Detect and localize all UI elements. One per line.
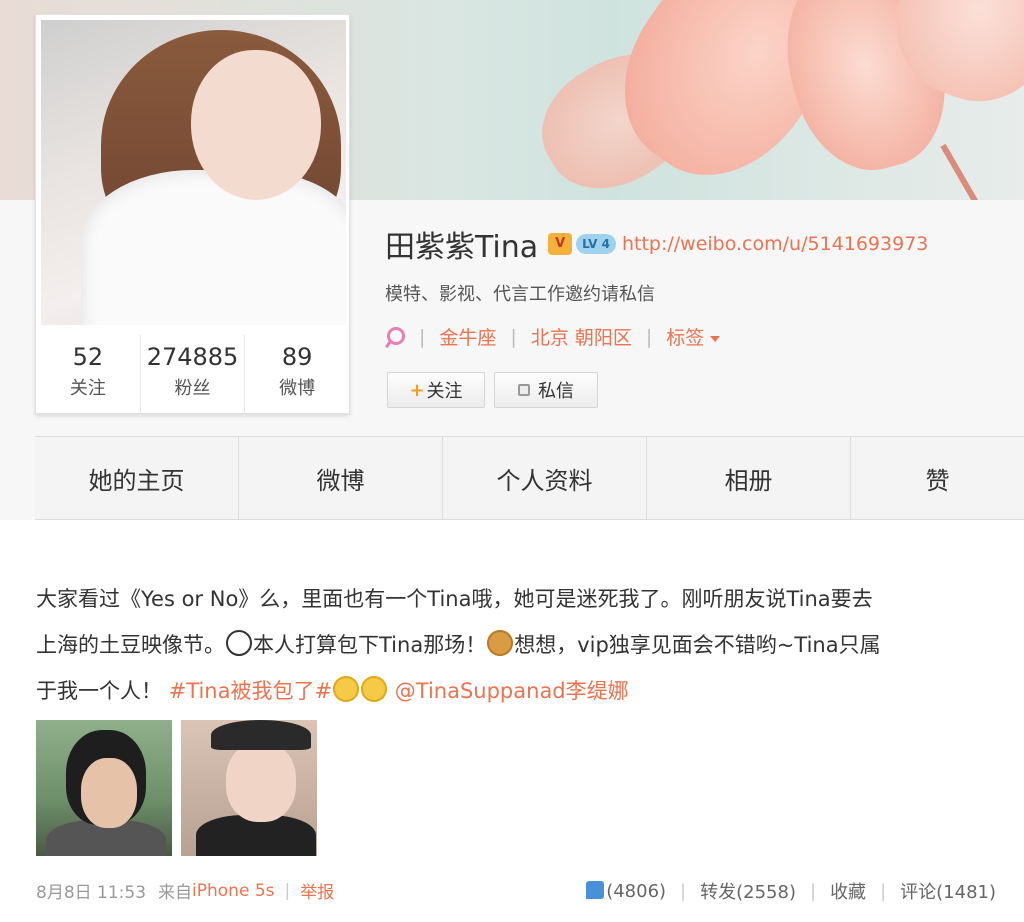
- divider: |: [880, 880, 887, 902]
- avatar-shirt: [81, 170, 346, 325]
- favorite-button[interactable]: 收藏: [830, 878, 866, 904]
- post-time[interactable]: 8月8日 11:53: [36, 878, 146, 903]
- stat-posts-label: 微博: [279, 378, 316, 399]
- level-badge[interactable]: LV 4: [576, 234, 616, 254]
- divider: |: [419, 325, 426, 348]
- report-link[interactable]: 举报: [300, 878, 334, 903]
- avatar[interactable]: [41, 20, 346, 325]
- tags-dropdown[interactable]: 标签: [666, 323, 721, 350]
- photo-face: [226, 742, 296, 822]
- profile-tab-bar: 她的主页 微博 个人资料 相册 赞: [35, 436, 1024, 520]
- post-text-segment: 上海的土豆映像节。: [36, 633, 225, 657]
- message-button[interactable]: 私信: [494, 372, 598, 408]
- photo-hat: [211, 720, 311, 750]
- divider: |: [680, 880, 687, 902]
- avatar-face: [191, 50, 321, 200]
- post-text-segment: 想想，vip独享见面会不错哟~Tina只属: [514, 633, 881, 657]
- post-source-link[interactable]: iPhone 5s: [192, 881, 274, 901]
- smile-emoji-icon: [333, 676, 360, 702]
- comment-button[interactable]: 评论(1481): [900, 878, 996, 904]
- plus-icon: +: [409, 379, 425, 401]
- location-link[interactable]: 北京 朝阳区: [531, 323, 632, 350]
- stat-followers-label: 粉丝: [174, 378, 211, 399]
- stat-posts-count: 89: [281, 343, 313, 371]
- stat-followers[interactable]: 274885 粉丝: [141, 335, 246, 415]
- message-icon: [518, 384, 530, 396]
- divider: |: [284, 880, 291, 901]
- stat-following-label: 关注: [69, 378, 106, 399]
- post-image-thumbnail[interactable]: [36, 720, 172, 856]
- stat-posts[interactable]: 89 微博: [245, 335, 349, 415]
- stat-following[interactable]: 52 关注: [36, 335, 141, 415]
- post-text-line: 大家看过《Yes or No》么，里面也有一个Tina哦，她可是迷死我了。刚听朋…: [36, 587, 873, 611]
- hashtag-link[interactable]: #Tina被我包了#: [169, 679, 332, 703]
- follow-button-label: 关注: [426, 381, 463, 402]
- post-image-thumbnail[interactable]: [181, 720, 317, 856]
- tab-home[interactable]: 她的主页: [35, 437, 239, 519]
- scream-emoji-icon: [226, 630, 252, 656]
- divider: |: [809, 880, 817, 902]
- tab-profile-info[interactable]: 个人资料: [443, 437, 647, 519]
- profile-bio: 模特、影视、代言工作邀约请私信: [385, 284, 655, 305]
- divider: |: [510, 325, 517, 348]
- monkey-emoji-icon: [487, 630, 514, 656]
- post-actions: (4806) | 转发(2558) | 收藏 | 评论(1481): [586, 878, 996, 904]
- flower-stem: [940, 143, 986, 200]
- message-button-label: 私信: [538, 381, 574, 402]
- post-images: [36, 720, 317, 856]
- tab-weibo[interactable]: 微博: [239, 437, 443, 519]
- profile-meta: | 金牛座 | 北京 朝阳区 | 标签: [385, 323, 721, 350]
- profile-url-link[interactable]: http://weibo.com/u/5141693973: [622, 233, 928, 255]
- profile-name: 田紫紫Tina: [385, 230, 539, 265]
- weibo-post: 大家看过《Yes or No》么，里面也有一个Tina哦，她可是迷死我了。刚听朋…: [0, 520, 1024, 922]
- post-footer: 8月8日 11:53 来自 iPhone 5s | 举报 (4806) | 转发…: [36, 878, 996, 903]
- mention-link[interactable]: @TinaSuppanad李缇娜: [395, 679, 629, 703]
- chevron-down-icon: [710, 335, 721, 342]
- avatar-card: 52 关注 274885 粉丝 89 微博: [35, 14, 350, 415]
- stat-following-count: 52: [72, 343, 104, 371]
- post-text: 大家看过《Yes or No》么，里面也有一个Tina哦，她可是迷死我了。刚听朋…: [36, 576, 1001, 714]
- profile-stats: 52 关注 274885 粉丝 89 微博: [36, 335, 349, 415]
- location-pin-icon: [385, 325, 405, 349]
- follow-button[interactable]: + 关注: [387, 372, 485, 408]
- like-count: (4806): [606, 880, 667, 902]
- photo-face: [81, 758, 137, 828]
- source-prefix: 来自: [158, 883, 193, 903]
- thumbs-up-icon: [586, 880, 605, 899]
- verified-badge-icon[interactable]: V: [548, 233, 573, 255]
- zodiac-link[interactable]: 金牛座: [439, 323, 496, 350]
- post-text-segment: 本人打算包下Tina那场！: [253, 633, 487, 657]
- tab-album[interactable]: 相册: [647, 437, 851, 519]
- post-text-segment: 于我一个人！: [36, 679, 162, 703]
- tags-label: 标签: [666, 327, 705, 349]
- profile-name-row: 田紫紫Tina V LV 4 http://weibo.com/u/514169…: [385, 222, 928, 266]
- repost-button[interactable]: 转发(2558): [700, 878, 796, 904]
- smile-emoji-icon: [361, 676, 388, 702]
- tab-likes[interactable]: 赞: [851, 437, 1024, 519]
- stat-followers-count: 274885: [146, 343, 239, 371]
- like-button[interactable]: (4806): [586, 880, 667, 902]
- divider: |: [645, 325, 653, 348]
